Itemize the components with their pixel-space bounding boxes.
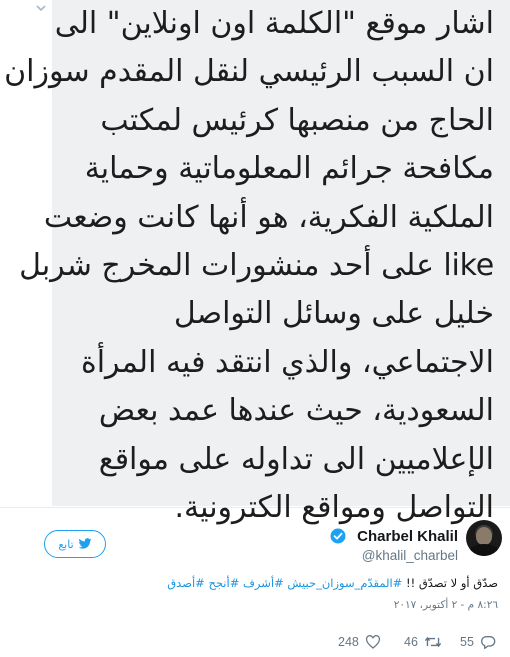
- image-text-line: الملكية الفكرية، هو أنها كانت وضعت: [43, 199, 494, 235]
- avatar-suit: [469, 544, 499, 556]
- retweet-button[interactable]: 46: [404, 632, 442, 652]
- follow-button-label: تابع: [58, 537, 74, 551]
- image-text-line: ان السبب الرئيسي لنقل المقدم سوزان: [4, 54, 494, 90]
- image-text-line: اشار موقع "الكلمة اون اونلاين" الى: [54, 6, 494, 41]
- tweet-actions: 248 46 55: [0, 632, 510, 652]
- image-text-line: الحاج من منصبها كرئيس لمكتب: [100, 102, 494, 138]
- avatar[interactable]: [466, 520, 502, 556]
- like-button[interactable]: 248: [338, 632, 381, 652]
- reply-count: 55: [460, 635, 474, 649]
- tweet-image-card[interactable]: اشار موقع "الكلمة اون اونلاين" الى ان ال…: [0, 0, 510, 525]
- image-article-text: اشار موقع "الكلمة اون اونلاين" الى ان ال…: [4, 0, 494, 532]
- retweet-count: 46: [404, 635, 418, 649]
- image-text-line: الاجتماعي، والذي انتقد فيه المرأة: [80, 344, 494, 380]
- image-text-line: الإعلاميين الى تداوله على مواقع: [98, 441, 494, 477]
- image-text-line: like على أحد منشورات المخرج شربل: [19, 247, 494, 283]
- like-count: 248: [338, 635, 359, 649]
- tweet-text-plain: صدّق أو لا تصدّق !!: [405, 576, 498, 590]
- tweet-timestamp[interactable]: ٨:٢٦ م - ٢ أكتوبر، ٢٠١٧: [394, 599, 498, 611]
- display-name[interactable]: Charbel Khalil: [357, 528, 458, 545]
- tweet-screenshot: اشار موقع "الكلمة اون اونلاين" الى ان ال…: [0, 0, 510, 657]
- avatar-face: [476, 527, 492, 545]
- follow-button[interactable]: تابع: [44, 530, 106, 558]
- image-text-line: مكافحة جرائم المعلوماتية وحماية: [84, 151, 494, 187]
- user-handle[interactable]: @khalil_charbel: [362, 548, 458, 563]
- verified-badge-icon: [330, 528, 346, 544]
- twitter-bird-icon: [78, 538, 92, 549]
- retweet-icon: [424, 636, 442, 648]
- tweet-text: صدّق أو لا تصدّق !! #المقدّم_سوزان_حبيش …: [167, 576, 498, 590]
- reply-icon: [480, 636, 496, 649]
- heart-icon: [365, 635, 380, 649]
- reply-button[interactable]: 55: [460, 632, 496, 652]
- tweet: Charbel Khalil @khalil_charbel تابع صدّق…: [0, 508, 510, 657]
- image-text-line: السعودية، حيث عندها عمد بعض: [98, 393, 494, 429]
- tweet-hashtags[interactable]: #المقدّم_سوزان_حبيش #أشرف #أنجح #أصدق: [167, 576, 402, 590]
- image-text-line: خليل على وسائل التواصل: [173, 296, 494, 332]
